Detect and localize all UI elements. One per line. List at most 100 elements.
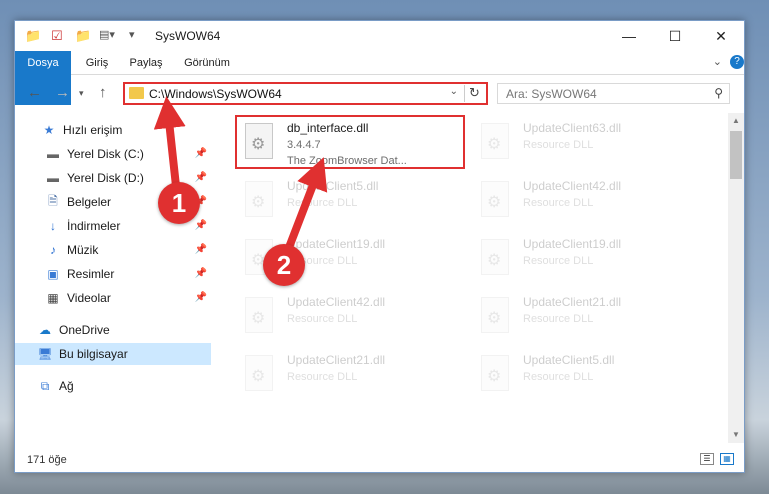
forward-arrow-icon[interactable]: → <box>55 84 70 101</box>
file-item[interactable]: ⚙ UpdateClient42.dll Resource DLL <box>473 175 703 229</box>
file-item[interactable]: ⚙ UpdateClient21.dll Resource DLL <box>473 291 703 345</box>
minimize-button[interactable]: — <box>606 21 652 51</box>
file-item[interactable]: ⚙ UpdateClient19.dll Resource DLL <box>473 233 703 287</box>
sidebar-item-label: Belgeler <box>67 195 112 209</box>
file-item[interactable]: ⚙ UpdateClient42.dll Resource DLL <box>237 291 467 345</box>
scroll-up-icon[interactable]: ▲ <box>728 113 744 129</box>
sidebar-item-label: Yerel Disk (D:) <box>67 171 144 185</box>
refresh-icon[interactable]: ↻ <box>464 85 484 102</box>
file-description: Resource DLL <box>523 197 594 209</box>
pin-icon[interactable]: 📌 <box>195 244 207 255</box>
tab-view[interactable]: Görünüm <box>175 51 239 75</box>
scroll-down-icon[interactable]: ▼ <box>728 427 744 443</box>
up-arrow-icon[interactable]: ↑ <box>99 84 107 101</box>
file-item[interactable]: ⚙ UpdateClient21.dll Resource DLL <box>237 349 467 403</box>
gear-icon: ⚙ <box>251 136 266 153</box>
file-item[interactable]: ⚙ UpdateClient5.dll Resource DLL <box>237 175 467 229</box>
close-button[interactable]: ✕ <box>698 21 744 51</box>
new-folder-icon[interactable]: 📁 <box>75 28 91 44</box>
address-path[interactable]: C:\Windows\SysWOW64 <box>149 87 282 101</box>
quick-access-dropdown-icon[interactable]: ▤▾ <box>99 28 115 41</box>
dll-file-icon: ⚙ <box>481 355 509 391</box>
sidebar-item-label: Resimler <box>67 267 115 281</box>
star-icon: ★ <box>43 123 55 137</box>
dll-file-icon: ⚙ <box>245 297 273 333</box>
sidebar-item-label: Müzik <box>67 243 99 257</box>
file-name: UpdateClient21.dll <box>287 353 386 367</box>
dll-file-icon: ⚙ <box>481 123 509 159</box>
pin-icon[interactable]: 📌 <box>195 148 207 159</box>
sidebar-item-pictures[interactable]: ▣ Resimler 📌 <box>15 263 211 285</box>
file-version: 3.4.4.7 <box>287 139 321 151</box>
sidebar-item-onedrive[interactable]: ☁ OneDrive <box>15 319 211 341</box>
customize-toolbar-icon[interactable]: ▾ <box>129 28 135 41</box>
folder-icon <box>129 87 144 99</box>
download-icon: ↓ <box>50 219 56 233</box>
large-icons-view-icon[interactable]: ▦ <box>720 453 734 465</box>
step-badge-2: 2 <box>263 244 305 286</box>
sidebar-item-music[interactable]: ♪ Müzik 📌 <box>15 239 211 261</box>
file-name: UpdateClient5.dll <box>287 179 379 193</box>
gear-icon: ⚙ <box>251 194 266 211</box>
dll-file-icon: ⚙ <box>481 297 509 333</box>
file-description: Resource DLL <box>287 197 358 209</box>
file-name: UpdateClient5.dll <box>523 353 615 367</box>
file-item-db-interface[interactable]: ⚙ db_interface.dll 3.4.4.7 The ZoomBrows… <box>235 115 465 169</box>
maximize-button[interactable]: ☐ <box>652 21 698 51</box>
item-count: 171 öğe <box>27 454 67 466</box>
title-bar: 📁 ☑ 📁 ▤▾ ▾ SysWOW64 — ☐ ✕ <box>15 21 744 51</box>
sidebar-item-videos[interactable]: ▦ Videolar 📌 <box>15 287 211 309</box>
cloud-icon: ☁ <box>39 323 51 337</box>
file-description: The ZoomBrowser Dat... <box>287 155 407 167</box>
network-icon: ⧉ <box>40 378 50 393</box>
tab-home[interactable]: Giriş <box>75 51 119 75</box>
computer-icon: 🖥 <box>37 347 53 361</box>
pin-icon[interactable]: 📌 <box>195 172 207 183</box>
pin-icon[interactable]: 📌 <box>195 268 207 279</box>
sidebar-item-drive-c[interactable]: ▬ Yerel Disk (C:) 📌 <box>15 143 211 165</box>
drive-icon: ▬ <box>47 147 59 161</box>
tab-share[interactable]: Paylaş <box>119 51 173 75</box>
file-name: db_interface.dll <box>287 121 369 135</box>
file-item[interactable]: ⚙ UpdateClient63.dll Resource DLL <box>473 117 703 171</box>
vertical-scrollbar[interactable]: ▲ ▼ <box>728 113 744 443</box>
dll-file-icon: ⚙ <box>481 181 509 217</box>
navigation-pane: ★ Hızlı erişim ▬ Yerel Disk (C:) 📌 ▬ Yer… <box>15 113 211 443</box>
search-input[interactable]: Ara: SysWOW64 <box>506 87 597 101</box>
sidebar-item-label: Hızlı erişim <box>63 123 123 137</box>
back-arrow-icon[interactable]: ← <box>27 84 42 101</box>
gear-icon: ⚙ <box>487 252 502 269</box>
ribbon-expand-icon[interactable]: ⌄ <box>713 55 722 68</box>
address-bar[interactable]: C:\Windows\SysWOW64 ⌄ ↻ <box>123 82 488 105</box>
properties-icon[interactable]: ☑ <box>51 28 63 44</box>
sidebar-item-quick-access[interactable]: ★ Hızlı erişim <box>15 119 211 141</box>
chevron-down-icon[interactable]: ⌄ <box>450 86 458 97</box>
sidebar-item-label: Ağ <box>59 379 74 393</box>
recent-locations-icon[interactable]: ▾ <box>79 88 84 99</box>
file-description: Resource DLL <box>287 313 358 325</box>
file-description: Resource DLL <box>287 371 358 383</box>
pin-icon[interactable]: 📌 <box>195 220 207 231</box>
file-name: UpdateClient42.dll <box>287 295 386 309</box>
pin-icon[interactable]: 📌 <box>195 292 207 303</box>
search-icon[interactable]: ⚲ <box>714 86 723 100</box>
scroll-thumb[interactable] <box>730 131 742 179</box>
window-title: SysWOW64 <box>155 29 221 43</box>
explorer-window: 📁 ☑ 📁 ▤▾ ▾ SysWOW64 — ☐ ✕ Dosya Giriş Pa… <box>14 20 745 473</box>
music-icon: ♪ <box>50 243 56 257</box>
details-view-icon[interactable]: ☰ <box>700 453 714 465</box>
file-name: UpdateClient63.dll <box>523 121 622 135</box>
help-icon[interactable]: ? <box>730 55 744 69</box>
sidebar-item-network[interactable]: ⧉ Ağ <box>15 375 211 397</box>
navigation-bar: ← → ▾ ↑ C:\Windows\SysWOW64 ⌄ ↻ Ara: Sys… <box>15 76 744 110</box>
pictures-icon: ▣ <box>47 267 59 281</box>
gear-icon: ⚙ <box>487 310 502 327</box>
folder-icon: 📁 <box>25 28 42 43</box>
status-bar: 171 öğe ☰ ▦ <box>15 446 744 472</box>
file-item[interactable]: ⚙ UpdateClient5.dll Resource DLL <box>473 349 703 403</box>
step-badge-1: 1 <box>158 182 200 224</box>
search-box[interactable]: Ara: SysWOW64 ⚲ <box>497 83 730 104</box>
gear-icon: ⚙ <box>251 368 266 385</box>
sidebar-item-this-pc[interactable]: 🖥 Bu bilgisayar <box>15 343 211 365</box>
documents-icon: 🗎 <box>48 193 58 208</box>
